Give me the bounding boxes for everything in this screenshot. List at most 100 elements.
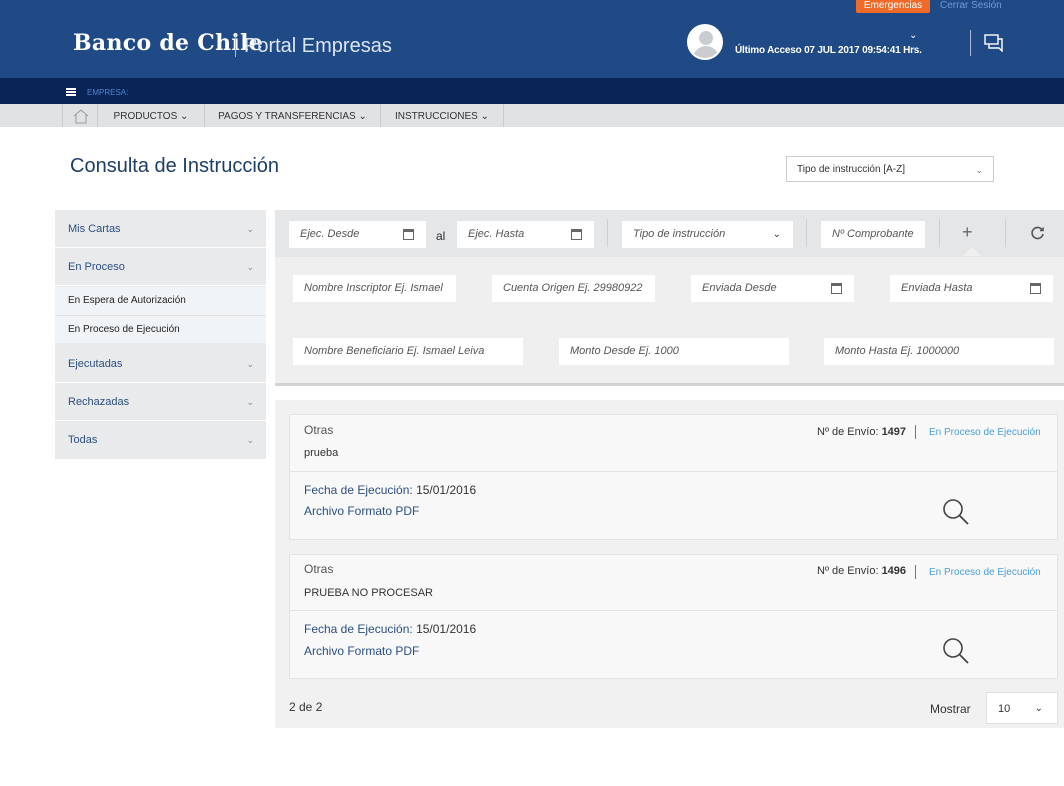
result-description: PRUEBA NO PROCESAR (304, 587, 433, 599)
empresa-label: EMPRESA: (87, 88, 129, 97)
avatar-body (693, 46, 719, 58)
header-divider (970, 30, 971, 56)
chevron-down-icon: ⌄ (246, 224, 254, 234)
nav-pagos-transferencias[interactable]: PAGOS Y TRANSFERENCIAS ⌄ (205, 104, 381, 127)
cerrar-sesion-link[interactable]: Cerrar Sesión (940, 0, 1002, 11)
sidebar-item-label: Mis Cartas (68, 223, 121, 235)
filter-divider (1005, 219, 1006, 247)
fecha-value: 15/01/2016 (416, 483, 477, 497)
filter-divider (806, 219, 807, 247)
nav-instrucciones-label: INSTRUCCIONES (395, 111, 478, 122)
refresh-icon[interactable] (1031, 226, 1045, 240)
calendar-icon[interactable] (831, 283, 842, 294)
page-title: Consulta de Instrucción (70, 155, 280, 177)
enviada-desde-field[interactable]: Enviada Desde (691, 275, 854, 302)
sidebar-item-label: En Proceso (68, 261, 125, 273)
sidebar-item-en-proceso[interactable]: En Proceso ⌄ (55, 248, 266, 286)
comprobante-field[interactable]: Nº Comprobante (821, 221, 925, 248)
status-badge: En Proceso de Ejecución (929, 567, 1041, 578)
magnifier-icon[interactable] (941, 497, 971, 527)
chevron-down-icon: ⌄ (246, 262, 254, 272)
result-fecha: Fecha de Ejecución: 15/01/2016 (304, 622, 476, 636)
fecha-label: Fecha de Ejecución: (304, 483, 413, 497)
calendar-icon[interactable] (571, 229, 582, 240)
logo-divider (235, 35, 236, 57)
nav-instrucciones[interactable]: INSTRUCCIONES ⌄ (381, 104, 504, 127)
sidebar-item-label: Todas (68, 434, 98, 446)
page-size-select[interactable]: 10 ⌄ (986, 692, 1058, 724)
sort-select[interactable]: Tipo de instrucción [A-Z] ⌄ (786, 156, 994, 182)
ejec-hasta-placeholder: Ejec. Hasta (468, 228, 525, 240)
calendar-icon[interactable] (1030, 283, 1041, 294)
enviada-desde-placeholder: Enviada Desde (702, 282, 777, 294)
envio-number: 1497 (881, 426, 907, 438)
chevron-down-icon: ⌄ (246, 359, 254, 369)
filter-divider (275, 383, 1064, 386)
nav-productos-label: PRODUCTOS (113, 111, 178, 122)
result-envio: Nº de Envío: 1497 (817, 426, 906, 438)
result-card[interactable]: Otras PRUEBA NO PROCESAR Nº de Envío: 14… (289, 554, 1058, 679)
chevron-down-icon[interactable]: ⌄ (909, 30, 917, 41)
result-category: Otras (304, 423, 334, 437)
sidebar-item-mis-cartas[interactable]: Mis Cartas ⌄ (55, 210, 266, 248)
avatar[interactable] (687, 24, 723, 60)
cuenta-origen-field[interactable]: Cuenta Origen Ej. 29980922 (492, 275, 655, 302)
chevron-down-icon: ⌄ (246, 397, 254, 407)
nombre-beneficiario-field[interactable]: Nombre Beneficiario Ej. Ismael Leiva (293, 338, 523, 365)
envio-label: Nº de Envío: (817, 426, 879, 438)
enviada-hasta-placeholder: Enviada Hasta (901, 282, 973, 294)
result-divider (915, 425, 916, 439)
fecha-value: 15/01/2016 (416, 622, 477, 636)
tipo-instruccion-select[interactable]: Tipo de instrucción ⌄ (622, 221, 793, 248)
emergencias-button[interactable]: Emergencias (856, 0, 930, 13)
tipo-instruccion-placeholder: Tipo de instrucción (633, 228, 726, 240)
monto-desde-field[interactable]: Monto Desde Ej. 1000 (559, 338, 789, 365)
ejec-hasta-field[interactable]: Ejec. Hasta (457, 221, 594, 248)
home-icon (73, 109, 89, 124)
mostrar-label: Mostrar (930, 702, 971, 716)
chevron-down-icon: ⌄ (1034, 703, 1043, 714)
chevron-down-icon: ⌄ (772, 229, 781, 240)
chevron-down-icon: ⌄ (477, 111, 489, 122)
hamburger-menu-icon[interactable] (66, 88, 76, 96)
envio-number: 1496 (881, 565, 907, 577)
al-label: al (436, 229, 446, 243)
empresa-bar (0, 78, 1064, 104)
sidebar-item-todas[interactable]: Todas ⌄ (55, 421, 266, 459)
sidebar-sub-espera-autorizacion[interactable]: En Espera de Autorización (55, 287, 266, 315)
chat-icon[interactable] (984, 34, 1004, 52)
avatar-head (699, 31, 713, 45)
nombre-inscriptor-field[interactable]: Nombre Inscriptor Ej. Ismael (293, 275, 456, 302)
nav-home[interactable] (62, 104, 98, 127)
monto-hasta-field[interactable]: Monto Hasta Ej. 1000000 (824, 338, 1054, 365)
filter-divider (939, 219, 940, 247)
result-category: Otras (304, 562, 334, 576)
calendar-icon[interactable] (403, 229, 414, 240)
last-access-text: Último Acceso 07 JUL 2017 09:54:41 Hrs. (735, 45, 922, 56)
result-envio: Nº de Envío: 1496 (817, 565, 906, 577)
nav-pagos-label: PAGOS Y TRANSFERENCIAS (218, 111, 356, 122)
page-size-value: 10 (998, 703, 1011, 715)
portal-title: Portal Empresas (244, 35, 392, 57)
archivo-pdf-link[interactable]: Archivo Formato PDF (304, 644, 419, 658)
chevron-down-icon: ⌄ (246, 435, 254, 445)
sidebar-item-label: Ejecutadas (68, 358, 123, 370)
archivo-pdf-link[interactable]: Archivo Formato PDF (304, 504, 419, 518)
nav-productos[interactable]: PRODUCTOS ⌄ (98, 104, 205, 127)
card-divider (290, 610, 1057, 611)
expand-filters-button[interactable]: + (962, 222, 973, 243)
chevron-down-icon: ⌄ (355, 111, 367, 122)
enviada-hasta-field[interactable]: Enviada Hasta (890, 275, 1053, 302)
sidebar-item-rechazadas[interactable]: Rechazadas ⌄ (55, 383, 266, 421)
sidebar-item-label: Rechazadas (68, 396, 130, 408)
status-badge: En Proceso de Ejecución (929, 427, 1041, 438)
magnifier-icon[interactable] (941, 636, 971, 666)
results-count: 2 de 2 (289, 700, 323, 714)
chevron-down-icon: ⌄ (975, 165, 983, 175)
result-fecha: Fecha de Ejecución: 15/01/2016 (304, 483, 476, 497)
envio-label: Nº de Envío: (817, 565, 879, 577)
result-card[interactable]: Otras prueba Nº de Envío: 1497 En Proces… (289, 414, 1058, 540)
sidebar-item-ejecutadas[interactable]: Ejecutadas ⌄ (55, 345, 266, 383)
sidebar-sub-proceso-ejecucion[interactable]: En Proceso de Ejecución (55, 315, 266, 343)
ejec-desde-field[interactable]: Ejec. Desde (289, 221, 426, 248)
